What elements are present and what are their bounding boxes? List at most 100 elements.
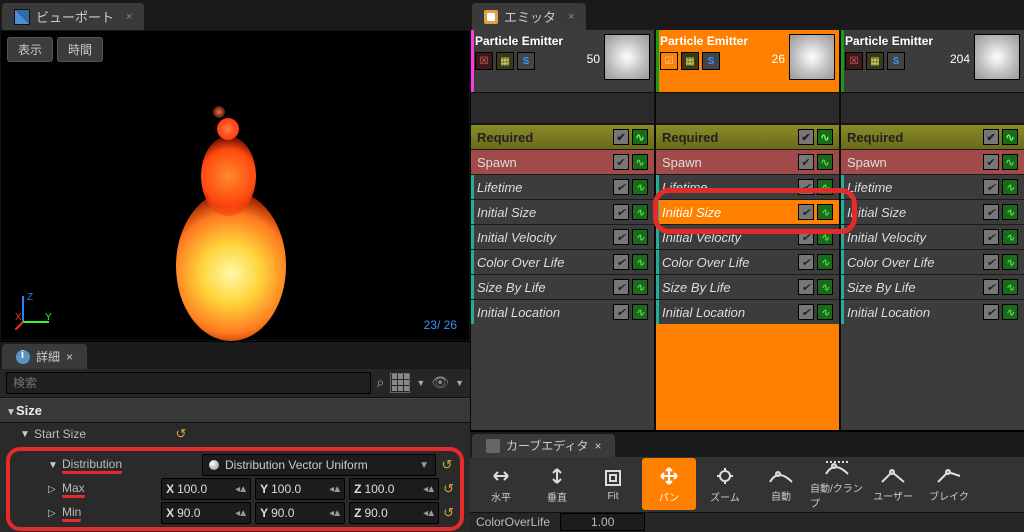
viewport-display-button[interactable]: 表示 [7,37,53,62]
module-curve-icon[interactable]: ∿ [817,279,833,295]
module-enable-checkbox[interactable]: ✔ [798,179,814,195]
max-label[interactable]: ▷Max [16,481,157,498]
module-enable-checkbox[interactable]: ✔ [613,304,629,320]
module-enable-checkbox[interactable]: ✔ [798,254,814,270]
module-curve-icon[interactable]: ∿ [632,179,648,195]
module-enable-checkbox[interactable]: ✔ [798,229,814,245]
module-curve-icon[interactable]: ∿ [817,254,833,270]
module-spawn[interactable]: Spawn ✔ ∿ [656,149,839,174]
module-initial-velocity[interactable]: Initial Velocity ✔ ∿ [656,224,839,249]
module-enable-checkbox[interactable]: ✔ [613,279,629,295]
module-curve-icon[interactable]: ∿ [632,204,648,220]
module-enable-checkbox[interactable]: ✔ [613,204,629,220]
module-lifetime[interactable]: Lifetime ✔ ∿ [656,174,839,199]
curve-tool-ブレイク[interactable]: ブレイク [922,458,976,510]
module-curve-icon[interactable]: ∿ [817,229,833,245]
module-enable-checkbox[interactable]: ✔ [983,254,999,270]
module-curve-icon[interactable]: ∿ [632,279,648,295]
module-initial-size[interactable]: Initial Size ✔ ∿ [471,199,654,224]
min-x-field[interactable]: X90.0◂▲ [161,502,251,524]
viewport-time-button[interactable]: 時間 [57,37,103,62]
tab-details[interactable]: 詳細 × [2,344,87,369]
module-curve-icon[interactable]: ∿ [632,229,648,245]
module-curve-icon[interactable]: ∿ [632,154,648,170]
close-icon[interactable]: × [126,11,132,23]
module-curve-icon[interactable]: ∿ [817,304,833,320]
module-curve-icon[interactable]: ∿ [1002,304,1018,320]
module-curve-icon[interactable]: ∿ [1002,254,1018,270]
emitter-toggle[interactable]: ▦ [681,52,699,70]
search-icon[interactable]: ⌕ [377,374,385,391]
module-curve-icon[interactable]: ∿ [817,154,833,170]
chevron-down-icon[interactable]: ▼ [416,378,425,388]
emitter-toggle[interactable]: ☒ [845,52,863,70]
module-enable-checkbox[interactable]: ✔ [613,179,629,195]
start-size-label[interactable]: ▼Start Size [4,427,170,441]
emitter-solo-toggle[interactable]: S [887,52,905,70]
module-spawn[interactable]: Spawn ✔ ∿ [841,149,1024,174]
module-curve-icon[interactable]: ∿ [1002,279,1018,295]
module-lifetime[interactable]: Lifetime ✔ ∿ [841,174,1024,199]
emitter-toggle[interactable]: ▦ [866,52,884,70]
emitter-toggle[interactable]: ☑ [660,52,678,70]
view-options-icon[interactable] [390,373,410,393]
module-curve-icon[interactable]: ∿ [1002,154,1018,170]
module-initial-location[interactable]: Initial Location ✔ ∿ [471,299,654,324]
module-curve-icon[interactable]: ∿ [1002,179,1018,195]
close-icon[interactable]: × [66,350,73,364]
curve-tool-ズーム[interactable]: ズーム [698,458,752,510]
module-color-over-life[interactable]: Color Over Life ✔ ∿ [656,249,839,274]
module-color-over-life[interactable]: Color Over Life ✔ ∿ [841,249,1024,274]
chevron-down-icon[interactable]: ▼ [455,378,464,388]
curve-tool-自動/クランプ[interactable]: 自動/クランプ [810,458,864,510]
module-initial-location[interactable]: Initial Location ✔ ∿ [656,299,839,324]
module-curve-icon[interactable]: ∿ [1002,229,1018,245]
module-enable-checkbox[interactable]: ✔ [798,204,814,220]
module-size-by-life[interactable]: Size By Life ✔ ∿ [471,274,654,299]
max-x-field[interactable]: X100.0◂▲ [161,478,251,500]
min-label[interactable]: ▷Min [16,505,157,522]
tab-curve-editor[interactable]: カーブエディタ × [472,434,615,457]
visibility-icon[interactable]: 👁 [431,374,449,391]
module-curve-icon[interactable]: ∿ [1002,204,1018,220]
distribution-label[interactable]: ▼Distribution [16,457,198,474]
module-curve-icon[interactable]: ∿ [817,204,833,220]
reset-icon[interactable]: ↺ [440,458,454,472]
module-required[interactable]: Required ✔ ∿ [841,124,1024,149]
distribution-dropdown[interactable]: Distribution Vector Uniform ▼ [202,454,436,476]
module-enable-checkbox[interactable]: ✔ [798,129,814,145]
details-search-input[interactable] [6,372,371,394]
module-enable-checkbox[interactable]: ✔ [983,129,999,145]
curve-tool-自動[interactable]: 自動 [754,458,808,510]
module-color-over-life[interactable]: Color Over Life ✔ ∿ [471,249,654,274]
emitter-toggle[interactable]: ▦ [496,52,514,70]
emitter-solo-toggle[interactable]: S [702,52,720,70]
module-enable-checkbox[interactable]: ✔ [613,254,629,270]
curve-tool-垂直[interactable]: 垂直 [530,458,584,510]
module-enable-checkbox[interactable]: ✔ [983,154,999,170]
module-enable-checkbox[interactable]: ✔ [798,304,814,320]
module-enable-checkbox[interactable]: ✔ [983,279,999,295]
emitter-column[interactable]: Particle Emitter ☑ ▦ S 26 Required ✔ ∿ S… [655,30,840,430]
min-y-field[interactable]: Y90.0◂▲ [255,502,345,524]
reset-icon[interactable]: ↺ [443,482,454,496]
module-curve-icon[interactable]: ∿ [817,129,833,145]
module-size-by-life[interactable]: Size By Life ✔ ∿ [656,274,839,299]
module-initial-location[interactable]: Initial Location ✔ ∿ [841,299,1024,324]
curve-tool-パン[interactable]: パン [642,458,696,510]
max-y-field[interactable]: Y100.0◂▲ [255,478,345,500]
module-curve-icon[interactable]: ∿ [817,179,833,195]
curve-tool-ユーザー[interactable]: ユーザー [866,458,920,510]
module-enable-checkbox[interactable]: ✔ [613,229,629,245]
emitter-solo-toggle[interactable]: S [517,52,535,70]
module-curve-icon[interactable]: ∿ [632,129,648,145]
module-size-by-life[interactable]: Size By Life ✔ ∿ [841,274,1024,299]
close-icon[interactable]: × [568,11,574,23]
module-enable-checkbox[interactable]: ✔ [983,304,999,320]
module-enable-checkbox[interactable]: ✔ [983,229,999,245]
close-icon[interactable]: × [594,439,601,453]
module-enable-checkbox[interactable]: ✔ [798,279,814,295]
emitter-column[interactable]: Particle Emitter ☒ ▦ S 204 Required ✔ ∿ … [840,30,1024,430]
tab-viewport[interactable]: ビューポート × [2,3,144,30]
module-initial-size[interactable]: Initial Size ✔ ∿ [656,199,839,224]
